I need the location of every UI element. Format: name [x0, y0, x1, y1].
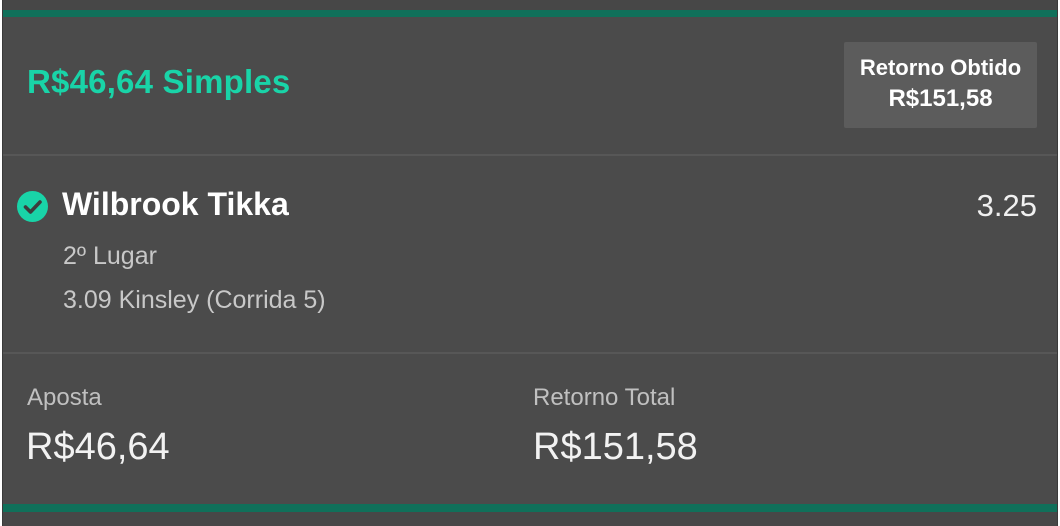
totals-row: Aposta R$46,64 Retorno Total R$151,58 [3, 354, 1057, 504]
selection-market: 2º Lugar [63, 242, 157, 270]
bottom-edge [3, 512, 1057, 526]
bet-title: R$46,64 Simples [27, 63, 291, 100]
bet-card: R$46,64 Simples Retorno Obtido R$151,58 … [2, 0, 1058, 526]
top-accent-bar [3, 10, 1057, 17]
stake-value: R$46,64 [26, 426, 170, 468]
top-edge [3, 0, 1057, 10]
selection-event: 3.09 Kinsley (Corrida 5) [63, 286, 326, 314]
check-circle-icon [17, 191, 48, 222]
selection-name: Wilbrook Tikka [62, 186, 289, 222]
bet-header: R$46,64 Simples Retorno Obtido R$151,58 [3, 17, 1057, 154]
return-obtained-box: Retorno Obtido R$151,58 [844, 42, 1037, 128]
selection-odds: 3.25 [976, 188, 1037, 223]
total-return-label: Retorno Total [533, 384, 676, 411]
return-obtained-label: Retorno Obtido [859, 55, 1022, 80]
total-return-value: R$151,58 [533, 426, 698, 468]
selection-row: Wilbrook Tikka 3.25 2º Lugar 3.09 Kinsle… [3, 156, 1057, 352]
bottom-accent-bar [3, 504, 1057, 512]
return-obtained-amount: R$151,58 [888, 85, 993, 112]
stake-label: Aposta [27, 384, 102, 411]
